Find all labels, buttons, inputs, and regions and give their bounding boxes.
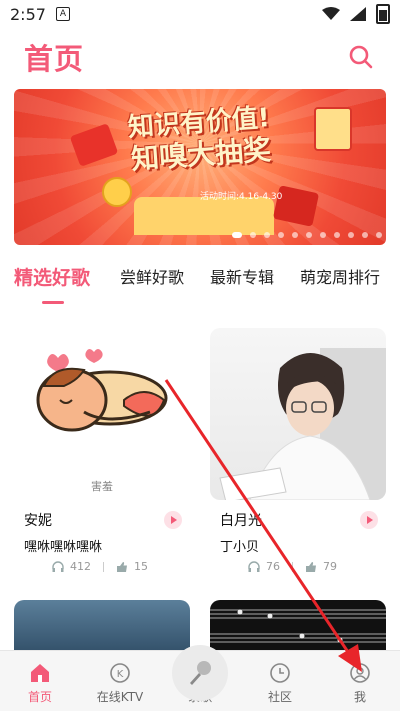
tab-latest-albums[interactable]: 最新专辑 <box>210 258 300 298</box>
song-cover[interactable] <box>210 328 386 500</box>
status-time: 2:57 <box>10 4 46 24</box>
song-title: 白月光 <box>220 513 262 529</box>
headphones-icon <box>248 560 260 572</box>
nav-community[interactable]: 社区 <box>240 651 320 711</box>
song-card[interactable]: 害羞 安妮 嘿咻嘿咻嘿咻 412 15 <box>14 328 190 573</box>
nav-label: 我 <box>353 690 366 704</box>
divider <box>292 561 293 572</box>
page-title: 首页 <box>24 42 85 76</box>
carousel-dot <box>292 232 298 238</box>
listen-count: 76 <box>266 560 280 573</box>
nav-label: 社区 <box>267 690 292 704</box>
microphone-icon <box>190 661 211 685</box>
song-cover[interactable]: 害羞 <box>14 328 190 500</box>
singer-photo <box>219 348 386 500</box>
like-count: 79 <box>323 560 337 573</box>
carousel-dot <box>348 232 354 238</box>
carousel-dot <box>362 232 368 238</box>
tab-featured[interactable]: 精选好歌 <box>14 258 120 304</box>
play-icon[interactable] <box>360 511 378 529</box>
carousel-dot <box>278 232 284 238</box>
play-icon[interactable] <box>164 511 182 529</box>
like-count: 15 <box>134 560 148 573</box>
nav-label: 在线KTV <box>96 690 144 704</box>
song-stats: 412 15 <box>52 560 148 573</box>
singer-name: 嘿咻嘿咻嘿咻 <box>24 540 103 555</box>
home-icon <box>31 664 49 682</box>
notification-icon: A <box>55 7 70 21</box>
banner-date: 活动时间:4.16-4.30 <box>200 192 283 202</box>
carousel-indicator <box>232 232 386 238</box>
nav-home[interactable]: 首页 <box>0 651 80 711</box>
category-tabs: 精选好歌 尝鲜好歌 最新专辑 萌宠周排行 <box>0 258 400 304</box>
carousel-dot <box>320 232 326 238</box>
cartoon-illustration <box>36 349 168 432</box>
gift-pile <box>134 197 274 235</box>
headphones-icon <box>52 560 64 572</box>
coin-icon <box>102 177 132 207</box>
singer-name: 丁小贝 <box>220 540 260 555</box>
ktv-icon: K <box>110 663 130 683</box>
record-fab[interactable] <box>172 645 228 701</box>
carousel-dot <box>264 232 270 238</box>
listen-count: 412 <box>70 560 91 573</box>
tab-new-songs[interactable]: 尝鲜好歌 <box>120 258 210 298</box>
status-bar: 2:57 A <box>0 0 400 28</box>
thumbs-up-icon <box>117 561 127 572</box>
wifi-icon <box>322 7 340 20</box>
carousel-dot <box>250 232 256 238</box>
thumbs-up-icon <box>306 561 316 572</box>
divider <box>103 561 104 572</box>
cover-caption: 害羞 <box>91 480 113 493</box>
nav-label: 首页 <box>27 690 52 704</box>
carousel-dot <box>306 232 312 238</box>
carousel-dot <box>376 232 382 238</box>
song-title: 安妮 <box>24 513 52 529</box>
search-icon[interactable] <box>348 44 374 70</box>
nav-ktv[interactable]: K 在线KTV <box>80 651 160 711</box>
header: 首页 <box>0 28 400 86</box>
signal-icon <box>350 7 366 21</box>
promo-banner[interactable]: 知识有价值! 知嗅大抽奖 活动时间:4.16-4.30 <box>14 89 386 245</box>
user-icon <box>350 663 370 683</box>
tab-pet-ranking[interactable]: 萌宠周排行 <box>300 258 394 298</box>
battery-icon <box>376 4 390 24</box>
carousel-dot <box>334 232 340 238</box>
song-stats: 76 79 <box>248 560 337 573</box>
song-card[interactable]: 白月光 丁小贝 76 79 <box>210 328 386 573</box>
nav-me[interactable]: 我 <box>320 651 400 711</box>
clock-icon <box>270 663 290 683</box>
svg-text:K: K <box>117 669 124 680</box>
carousel-dot <box>232 232 242 238</box>
